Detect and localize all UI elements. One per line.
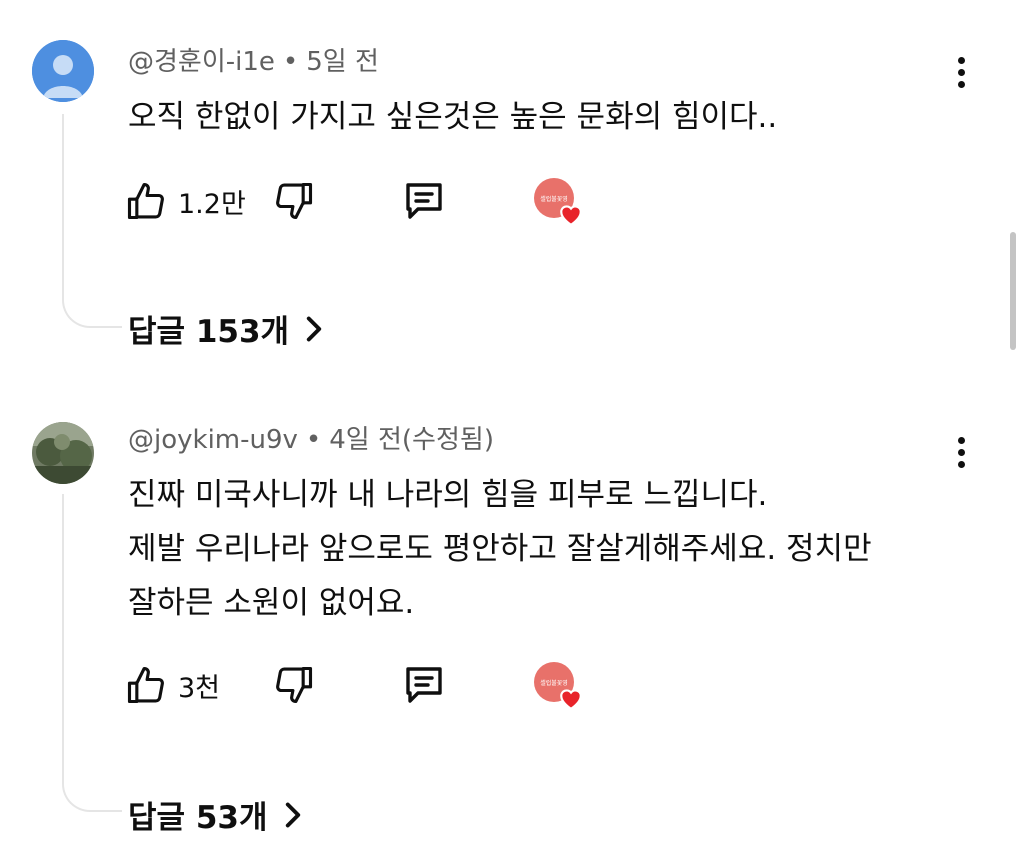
separator-dot: • [305,425,322,455]
comment-actions: 3천 셀럽불꽃영 [124,660,604,710]
like-button[interactable]: 1.2만 [124,176,246,226]
scrollbar[interactable] [1010,232,1016,350]
heart-icon [560,205,582,226]
heart-icon [560,689,582,710]
more-vert-icon [957,56,965,64]
thread-line [62,114,122,328]
chevron-right-icon [285,802,300,827]
creator-heart-badge: 셀럽불꽃영 [534,176,590,226]
reply-button[interactable] [400,176,448,226]
thumbs-down-icon [276,666,313,704]
comment-time: 5일 전 [306,47,379,77]
comment-meta: @경훈이-i1e • 5일 전 [128,46,379,78]
dot [957,460,965,468]
dot [957,80,965,88]
replies-label: 답글 53개 [128,800,268,836]
like-count: 3천 [178,672,221,704]
reply-button[interactable] [400,660,448,710]
author-handle[interactable]: @경훈이-i1e [128,47,275,77]
user-photo-icon [32,422,94,484]
comment-time: 4일 전(수정됨) [329,425,494,455]
creator-heart-badge: 셀럽불꽃영 [534,660,590,710]
dislike-button[interactable] [272,176,316,226]
thumbs-down-icon [276,182,313,220]
comment-icon [406,183,442,219]
more-options-button[interactable] [946,52,976,92]
dislike-button[interactable] [272,660,316,710]
more-options-button[interactable] [946,432,976,472]
comment-text: 진짜 미국사니까 내 나라의 힘을 피부로 느낍니다. 제발 우리나라 앞으로도… [128,477,872,621]
like-button[interactable]: 3천 [124,660,220,710]
separator-dot: • [282,47,299,77]
like-count: 1.2만 [178,188,246,220]
thumbs-up-icon [127,666,164,704]
replies-label: 답글 153개 [128,314,290,350]
avatar[interactable] [32,40,94,102]
thread-line [62,494,122,812]
comment-text: 오직 한없이 가지고 싶은것은 높은 문화의 힘이다.. [128,99,778,135]
view-replies-button[interactable]: 답글 53개 [128,792,304,837]
thumbs-up-icon [127,182,164,220]
comment-actions: 1.2만 셀럽불꽃영 [124,176,604,226]
dot [957,448,965,456]
view-replies-button[interactable]: 답글 153개 [128,306,325,351]
more-vert-icon [957,436,965,444]
comment-meta: @joykim-u9v • 4일 전(수정됨) [128,424,494,456]
dot [957,68,965,76]
default-avatar-icon [32,40,94,102]
author-handle[interactable]: @joykim-u9v [128,425,298,455]
chevron-right-icon [306,316,322,341]
avatar[interactable] [32,422,94,484]
comment-icon [406,667,442,703]
